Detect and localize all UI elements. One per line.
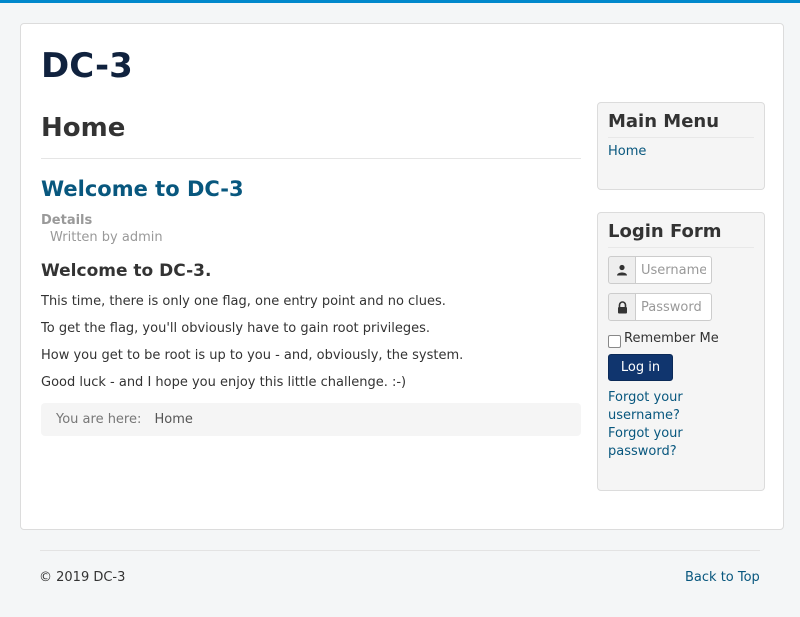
article-title[interactable]: Welcome to DC-3	[41, 177, 581, 201]
remember-me-label[interactable]: Remember Me	[624, 331, 719, 346]
password-input[interactable]	[636, 293, 712, 321]
password-group	[608, 293, 712, 321]
footer-divider	[40, 550, 760, 551]
menu-item-home[interactable]: Home	[608, 144, 646, 159]
back-to-top-link[interactable]: Back to Top	[685, 570, 760, 585]
username-group	[608, 256, 712, 284]
article-paragraph: This time, there is only one flag, one e…	[41, 294, 446, 309]
site-title[interactable]: DC-3	[41, 46, 133, 86]
page-container: DC-3 Home Welcome to DC-3 Details Writte…	[20, 23, 784, 530]
forgot-username-link[interactable]: Forgot your username?	[608, 389, 718, 425]
article-paragraph: How you get to be root is up to you - an…	[41, 348, 464, 363]
user-icon	[608, 256, 636, 284]
lock-icon	[608, 293, 636, 321]
article-author: Written by admin	[50, 230, 163, 245]
username-input[interactable]	[636, 256, 712, 284]
remember-me-checkbox[interactable]	[608, 335, 621, 348]
remember-me-row: Remember Me	[608, 331, 719, 348]
footer-copyright: © 2019 DC-3	[39, 570, 126, 585]
article-heading: Welcome to DC-3.	[41, 261, 212, 281]
forgot-password-link[interactable]: Forgot your password?	[608, 425, 718, 461]
main-menu-title: Main Menu	[608, 111, 754, 138]
breadcrumb: You are here: Home	[41, 403, 581, 436]
article-details-label: Details	[41, 213, 93, 228]
login-form-module: Login Form Remember Me Log	[597, 212, 765, 491]
article-paragraph: Good luck - and I hope you enjoy this li…	[41, 375, 407, 390]
breadcrumb-item-home: Home	[154, 412, 193, 427]
main-menu-module: Main Menu Home	[597, 102, 765, 190]
breadcrumb-label: You are here:	[56, 412, 142, 427]
login-button[interactable]: Log in	[608, 354, 673, 381]
login-form-title: Login Form	[608, 221, 754, 248]
page-title: Home	[41, 106, 581, 159]
main-content: Home Welcome to DC-3 Details Written by …	[41, 106, 581, 436]
article-paragraph: To get the flag, you'll obviously have t…	[41, 321, 431, 336]
top-accent-bar	[0, 0, 800, 3]
